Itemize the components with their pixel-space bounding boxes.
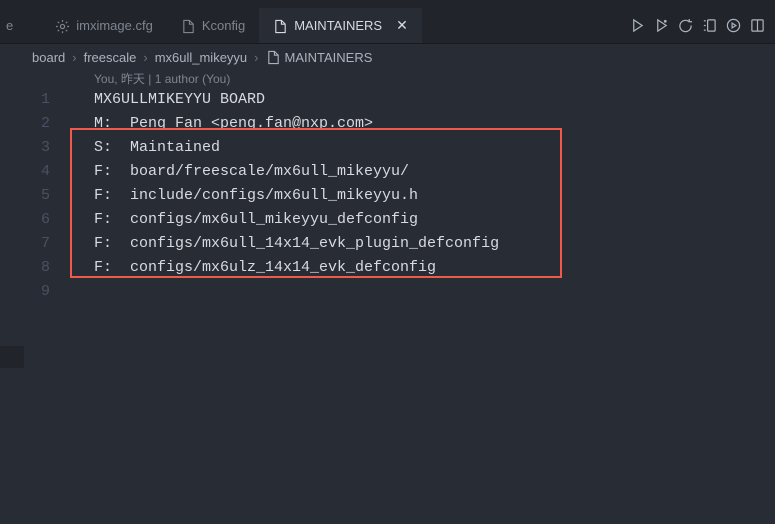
tab-label: e bbox=[6, 18, 13, 33]
editor-actions bbox=[630, 17, 775, 35]
code-line: F: configs/mx6ulz_14x14_evk_defconfig bbox=[94, 256, 499, 280]
codelens-annotation[interactable]: You, 昨天 | 1 author (You) bbox=[0, 70, 775, 88]
line-number: 2 bbox=[0, 112, 50, 136]
chevron-right-icon: › bbox=[254, 50, 258, 65]
breadcrumb[interactable]: board › freescale › mx6ull_mikeyyu › MAI… bbox=[0, 44, 775, 70]
breadcrumb-item[interactable]: freescale bbox=[84, 50, 137, 65]
file-icon bbox=[273, 17, 288, 33]
line-number: 7 bbox=[0, 232, 50, 256]
code-line: F: include/configs/mx6ull_mikeyyu.h bbox=[94, 184, 499, 208]
line-number: 8 bbox=[0, 256, 50, 280]
line-number: 3 bbox=[0, 136, 50, 160]
split-right-icon[interactable] bbox=[702, 17, 717, 35]
tab-label: imximage.cfg bbox=[76, 18, 153, 33]
editor[interactable]: 1 2 3 4 5 6 7 8 9 MX6ULLMIKEYYU BOARD M:… bbox=[0, 88, 775, 304]
tab-partial[interactable]: e bbox=[0, 8, 41, 43]
sidebar-sliver bbox=[0, 346, 24, 368]
line-number: 9 bbox=[0, 280, 50, 304]
chevron-right-icon: › bbox=[72, 50, 76, 65]
tab-kconfig[interactable]: Kconfig bbox=[167, 8, 259, 43]
tab-maintainers[interactable]: MAINTAINERS ✕ bbox=[259, 8, 422, 43]
debug-icon[interactable] bbox=[654, 17, 669, 35]
line-number: 4 bbox=[0, 160, 50, 184]
tab-bar: e imximage.cfg Kconfig MAINTAINERS ✕ bbox=[0, 8, 775, 44]
line-number-gutter: 1 2 3 4 5 6 7 8 9 bbox=[0, 88, 72, 304]
run-icon[interactable] bbox=[630, 17, 645, 35]
code-line: F: configs/mx6ull_14x14_evk_plugin_defco… bbox=[94, 232, 499, 256]
tab-label: MAINTAINERS bbox=[294, 18, 382, 33]
gear-icon bbox=[55, 17, 70, 33]
line-number: 5 bbox=[0, 184, 50, 208]
close-icon[interactable]: ✕ bbox=[396, 17, 408, 34]
line-number: 6 bbox=[0, 208, 50, 232]
code-line bbox=[94, 280, 499, 304]
breadcrumb-item[interactable]: mx6ull_mikeyyu bbox=[155, 50, 247, 65]
code-line: S: Maintained bbox=[94, 136, 499, 160]
undo-icon[interactable] bbox=[678, 17, 693, 35]
breadcrumb-item[interactable]: board bbox=[32, 50, 65, 65]
line-number: 1 bbox=[0, 88, 50, 112]
file-icon bbox=[181, 17, 196, 33]
file-icon bbox=[266, 49, 281, 65]
tab-label: Kconfig bbox=[202, 18, 245, 33]
code-line: F: board/freescale/mx6ull_mikeyyu/ bbox=[94, 160, 499, 184]
code-content[interactable]: MX6ULLMIKEYYU BOARD M: Peng Fan <peng.fa… bbox=[72, 88, 499, 304]
split-editor-icon[interactable] bbox=[750, 17, 765, 35]
code-line: M: Peng Fan <peng.fan@nxp.com> bbox=[94, 112, 499, 136]
breadcrumb-item[interactable]: MAINTAINERS bbox=[285, 50, 373, 65]
code-line: F: configs/mx6ull_mikeyyu_defconfig bbox=[94, 208, 499, 232]
chevron-right-icon: › bbox=[143, 50, 147, 65]
tab-imximage[interactable]: imximage.cfg bbox=[41, 8, 167, 43]
code-line: MX6ULLMIKEYYU BOARD bbox=[94, 88, 499, 112]
execute-icon[interactable] bbox=[726, 17, 741, 35]
